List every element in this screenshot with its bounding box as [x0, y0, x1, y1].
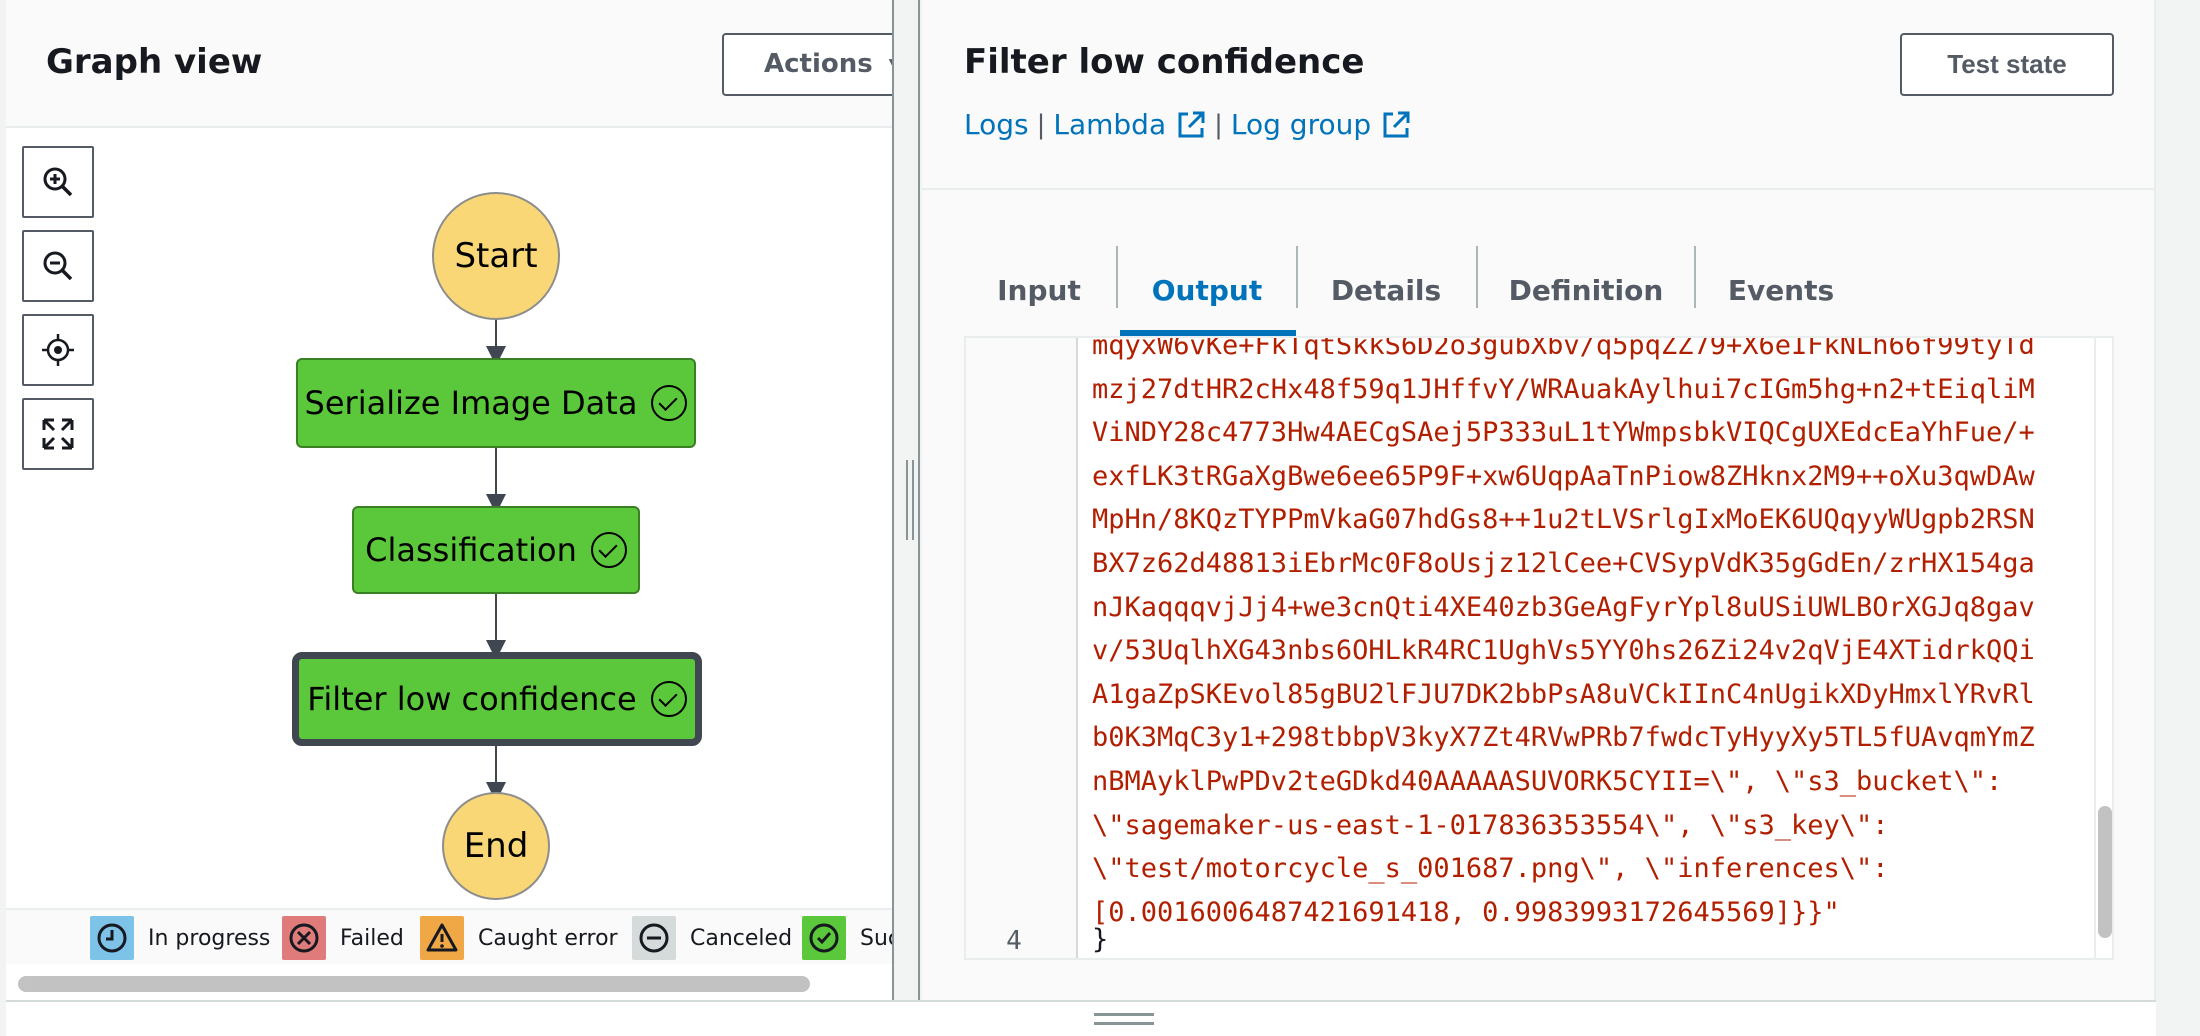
- node-filter-low-confidence[interactable]: Filter low confidence: [292, 652, 702, 746]
- tab-output[interactable]: Output: [1120, 244, 1294, 336]
- end-label: End: [463, 826, 529, 866]
- test-state-button[interactable]: Test state: [1900, 33, 2114, 96]
- tab-divider: [1116, 246, 1118, 308]
- code-line: ViNDY28c4773Hw4AECgSAej5P333uL1tYWmpsbkV…: [1092, 417, 2035, 449]
- code-line: nBMAyklPwPDv2teGDkd40AAAAASUVORK5CYII=\"…: [1092, 765, 2003, 797]
- code-line: \"sagemaker-us-east-1-017836353554\", \"…: [1092, 809, 1889, 841]
- link-separator: |: [1036, 109, 1046, 140]
- caret-down-icon: ▼: [889, 36, 892, 95]
- code-line: \"test/motorcycle_s_001687.png\", \"infe…: [1092, 853, 1889, 885]
- graph-view-panel: Graph view Actions ▼ Start Serialize Imag…: [6, 0, 894, 1000]
- lambda-link[interactable]: Lambda: [1053, 108, 1166, 141]
- tab-details[interactable]: Details: [1298, 244, 1474, 336]
- code-line: BX7z62d48813iEbrMc0F8oUsjz12lCee+CVSypVd…: [1092, 547, 2035, 579]
- graph-view-title: Graph view: [46, 42, 263, 82]
- drawer-resize-handle-icon[interactable]: [1094, 1013, 1154, 1025]
- output-json-text: mqyxW6vKe+FkTqtSkkS6D2o3gubXbv/q5pqZZ79+…: [1092, 336, 2035, 934]
- clock-icon: [90, 916, 134, 960]
- node-label: Serialize Image Data: [304, 384, 638, 422]
- state-detail-panel: Filter low confidence Test state Logs | …: [922, 0, 2156, 1000]
- legend-in-progress: In progress: [90, 916, 270, 960]
- legend-label: Suc: [860, 925, 892, 951]
- check-circle-icon: [650, 681, 687, 717]
- bottom-drawer: [6, 1000, 2156, 1036]
- minus-circle-icon: [632, 916, 676, 960]
- legend-label: Canceled: [690, 925, 793, 951]
- legend-label: Caught error: [478, 925, 618, 951]
- splitter-handle-icon[interactable]: [906, 460, 914, 540]
- detail-tabs: Input Output Details Definition Events: [964, 244, 2114, 336]
- check-circle-icon: [802, 916, 846, 960]
- legend-label: Failed: [340, 925, 404, 951]
- external-link-icon[interactable]: [1176, 110, 1206, 140]
- code-line: nJKaqqqvjJj4+we3cnQti4XE40zb3GeAgFyrYpl8…: [1092, 591, 2035, 623]
- state-machine-graph: Start Serialize Image Data Classificatio…: [6, 128, 892, 908]
- code-line: A1gaZpSKEvol85gBU2lFJU7DK2bbPsA8uVCkIInC…: [1092, 678, 2035, 710]
- vertical-scrollbar[interactable]: [2098, 806, 2112, 938]
- tab-definition[interactable]: Definition: [1478, 244, 1694, 336]
- code-line: mqyxW6vKe+FkTqtSkkS6D2o3gubXbv/q5pqZZ79+…: [1092, 336, 2035, 361]
- state-title: Filter low confidence: [964, 42, 1365, 82]
- start-label: Start: [454, 236, 538, 276]
- resource-links: Logs | Lambda | Log group: [964, 108, 1411, 141]
- node-serialize-image-data[interactable]: Serialize Image Data: [296, 358, 696, 448]
- code-line: exfLK3tRGaXgBwe6ee65P9F+xw6UqpAaTnPiow8Z…: [1092, 460, 2035, 492]
- status-legend: In progress Failed Caught error Canceled…: [6, 908, 892, 964]
- check-circle-icon: [651, 385, 688, 421]
- legend-caught-error: Caught error: [420, 916, 618, 960]
- code-line: MpHn/8KQzTYPPmVkaG07hdGs8++1u2tLVSrlgIxM…: [1092, 504, 2035, 536]
- node-label: Filter low confidence: [307, 680, 637, 718]
- graph-view-header: Graph view Actions ▼: [6, 0, 892, 128]
- output-code-viewer[interactable]: 4 mqyxW6vKe+FkTqtSkkS6D2o3gubXbv/q5pqZZ7…: [964, 336, 2114, 960]
- end-node[interactable]: End: [442, 792, 550, 900]
- code-line: mzj27dtHR2cHx48f59q1JHffvY/WRAuakAylhui7…: [1092, 373, 2035, 405]
- closing-brace: }: [1092, 924, 1109, 955]
- link-separator: |: [1214, 109, 1223, 140]
- code-line: b0K3MqC3y1+298tbbpV3kyX7Zt4RVwPRb7fwdcTy…: [1092, 722, 2035, 754]
- x-circle-icon: [282, 916, 326, 960]
- legend-succeeded: Suc: [802, 916, 892, 960]
- step-functions-execution-view: Graph view Actions ▼ Start Serialize Imag…: [0, 0, 2200, 1036]
- legend-failed: Failed: [282, 916, 404, 960]
- node-classification[interactable]: Classification: [352, 506, 640, 594]
- code-line: v/53UqlhXG43nbs6OHLkR4RC1UghVs5YY0hs26Zi…: [1092, 635, 2035, 667]
- legend-canceled: Canceled: [632, 916, 792, 960]
- tab-input[interactable]: Input: [964, 244, 1114, 336]
- line-number: 4: [1006, 926, 1022, 956]
- logs-link[interactable]: Logs: [964, 108, 1029, 141]
- legend-label: In progress: [148, 925, 271, 951]
- line-number-gutter: [966, 338, 1078, 958]
- log-group-link[interactable]: Log group: [1231, 108, 1371, 141]
- node-label: Classification: [365, 531, 577, 569]
- check-circle-icon: [590, 532, 627, 568]
- external-link-icon[interactable]: [1381, 110, 1411, 140]
- warning-icon: [420, 916, 464, 960]
- actions-label: Actions: [764, 49, 873, 79]
- horizontal-scrollbar[interactable]: [18, 976, 810, 992]
- tab-events[interactable]: Events: [1696, 244, 1866, 336]
- start-node[interactable]: Start: [432, 192, 560, 320]
- state-detail-header: Filter low confidence Test state Logs | …: [922, 0, 2154, 190]
- code-line: [0.0016006487421691418, 0.99839931726455…: [1092, 896, 1840, 928]
- actions-button[interactable]: Actions ▼: [722, 33, 892, 96]
